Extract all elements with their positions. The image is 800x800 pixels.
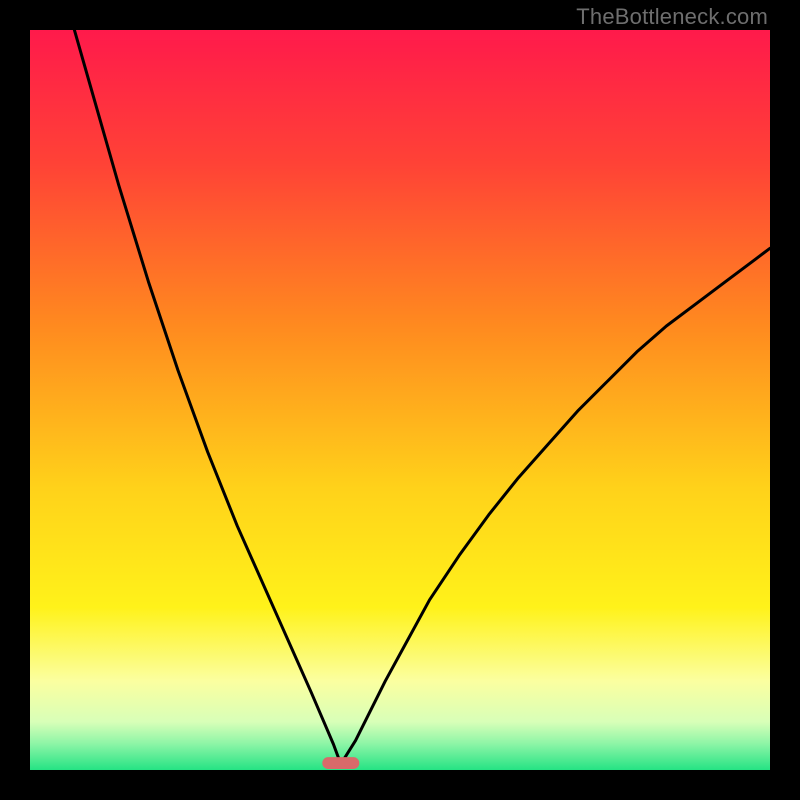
watermark-text: TheBottleneck.com (576, 4, 768, 30)
chart-frame (30, 30, 770, 770)
dip-marker-layer (322, 757, 359, 769)
dip-marker (322, 757, 359, 769)
bottleneck-chart (30, 30, 770, 770)
gradient-background (30, 30, 770, 770)
